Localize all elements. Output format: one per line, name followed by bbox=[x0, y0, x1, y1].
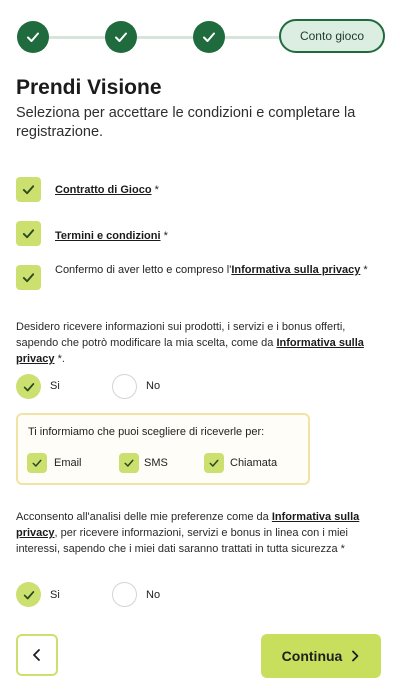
check-icon bbox=[203, 32, 215, 42]
check-icon bbox=[23, 590, 34, 599]
step-current-conto-gioco: Conto gioco bbox=[279, 19, 385, 53]
step-2-complete bbox=[105, 21, 137, 53]
privacy-link[interactable]: Informativa sulla privacy bbox=[231, 264, 360, 276]
check-icon bbox=[209, 459, 219, 467]
call-label: Chiamata bbox=[230, 457, 278, 469]
profiling-text: Acconsento all'analisi delle mie prefere… bbox=[16, 511, 360, 555]
chevron-right-icon bbox=[352, 650, 359, 662]
profiling-yes-label: Si bbox=[50, 589, 60, 601]
email-label: Email bbox=[54, 457, 82, 469]
check-icon bbox=[22, 185, 35, 195]
marketing-yes-label: Si bbox=[50, 380, 60, 392]
page-title: Prendi Visione bbox=[16, 76, 162, 99]
check-icon bbox=[32, 459, 42, 467]
check-icon bbox=[27, 32, 39, 42]
channels-box: Ti informiamo che puoi scegliere di rice… bbox=[16, 413, 310, 485]
check-icon bbox=[22, 229, 35, 239]
back-button[interactable] bbox=[16, 634, 58, 676]
chevron-left-icon bbox=[33, 649, 40, 661]
check-icon bbox=[124, 459, 134, 467]
check-icon bbox=[115, 32, 127, 42]
step-3-complete bbox=[193, 21, 225, 53]
privacy-checkbox[interactable] bbox=[16, 265, 41, 290]
stepper-line bbox=[40, 36, 288, 39]
marketing-no-radio[interactable] bbox=[112, 374, 137, 399]
terms-checkbox[interactable] bbox=[16, 221, 41, 246]
check-icon bbox=[22, 273, 35, 283]
page-subtitle: Seleziona per accettare le condizioni e … bbox=[16, 105, 356, 140]
call-checkbox[interactable] bbox=[204, 453, 224, 473]
marketing-text: Desidero ricevere informazioni sui prodo… bbox=[16, 321, 364, 365]
sms-checkbox[interactable] bbox=[119, 453, 139, 473]
email-checkbox[interactable] bbox=[27, 453, 47, 473]
contract-checkbox[interactable] bbox=[16, 177, 41, 202]
sms-label: SMS bbox=[144, 457, 168, 469]
continue-label: Continua bbox=[281, 648, 343, 664]
progress-stepper: Conto gioco bbox=[0, 0, 400, 75]
channels-title: Ti informiamo che puoi scegliere di rice… bbox=[28, 426, 265, 438]
contract-link[interactable]: Contratto di Gioco bbox=[55, 184, 152, 196]
marketing-yes-radio[interactable] bbox=[16, 374, 41, 399]
privacy-label: Confermo di aver letto e compreso l'Info… bbox=[55, 264, 368, 276]
terms-link[interactable]: Termini e condizioni bbox=[55, 230, 161, 242]
profiling-yes-radio[interactable] bbox=[16, 582, 41, 607]
terms-label: Termini e condizioni * bbox=[55, 230, 168, 242]
profiling-no-label: No bbox=[146, 589, 161, 601]
step-1-complete bbox=[17, 21, 49, 53]
check-icon bbox=[23, 382, 34, 391]
profiling-no-radio[interactable] bbox=[112, 582, 137, 607]
marketing-no-label: No bbox=[146, 380, 161, 392]
continue-button[interactable]: Continua bbox=[261, 634, 381, 678]
contract-label: Contratto di Gioco * bbox=[55, 184, 159, 196]
